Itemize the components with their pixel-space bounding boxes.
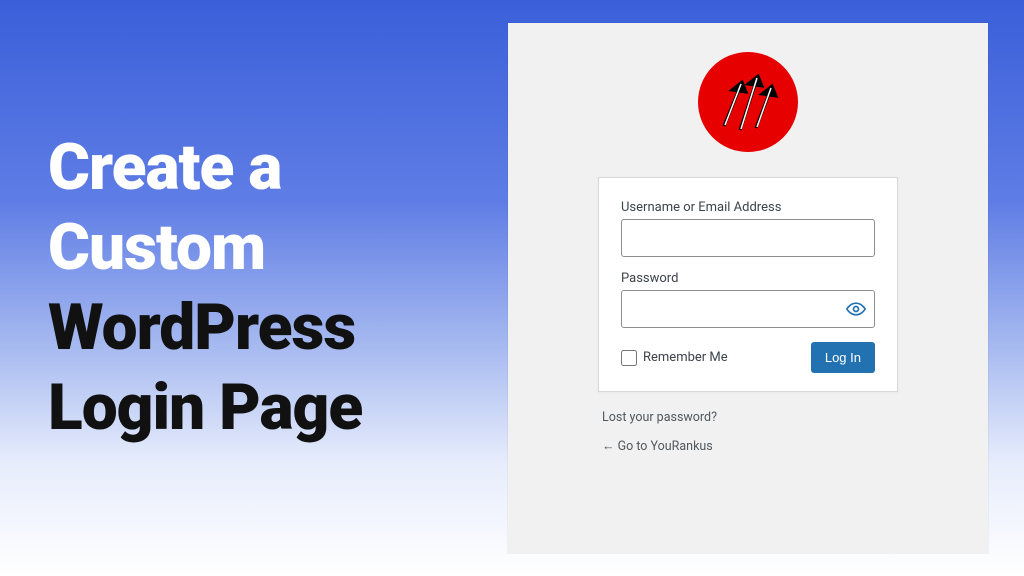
- password-input[interactable]: [621, 290, 875, 328]
- login-button[interactable]: Log In: [811, 342, 875, 373]
- eye-icon: [846, 299, 866, 319]
- username-input[interactable]: [621, 219, 875, 257]
- hero-line-2: Custom: [48, 208, 488, 288]
- remember-me-wrap[interactable]: Remember Me: [621, 350, 728, 366]
- remember-me-checkbox[interactable]: [621, 350, 637, 366]
- hero-line-1: Create a: [48, 128, 488, 208]
- password-label: Password: [621, 271, 875, 286]
- hero-line-3: WordPress: [48, 288, 488, 368]
- hero-line-4: Login Page: [48, 368, 488, 448]
- back-to-site-link[interactable]: ← Go to YouRankus: [602, 439, 894, 454]
- login-panel: Username or Email Address Password Remem…: [508, 23, 988, 553]
- remember-me-label: Remember Me: [643, 350, 728, 365]
- hero-headline: Create a Custom WordPress Login Page: [0, 128, 508, 448]
- login-footer-links: Lost your password? ← Go to YouRankus: [598, 392, 898, 468]
- site-logo[interactable]: [693, 47, 803, 157]
- lost-password-link[interactable]: Lost your password?: [602, 410, 894, 425]
- username-label: Username or Email Address: [621, 200, 875, 215]
- show-password-button[interactable]: [838, 291, 874, 327]
- login-form: Username or Email Address Password Remem…: [598, 177, 898, 392]
- arrows-up-icon: [694, 48, 802, 156]
